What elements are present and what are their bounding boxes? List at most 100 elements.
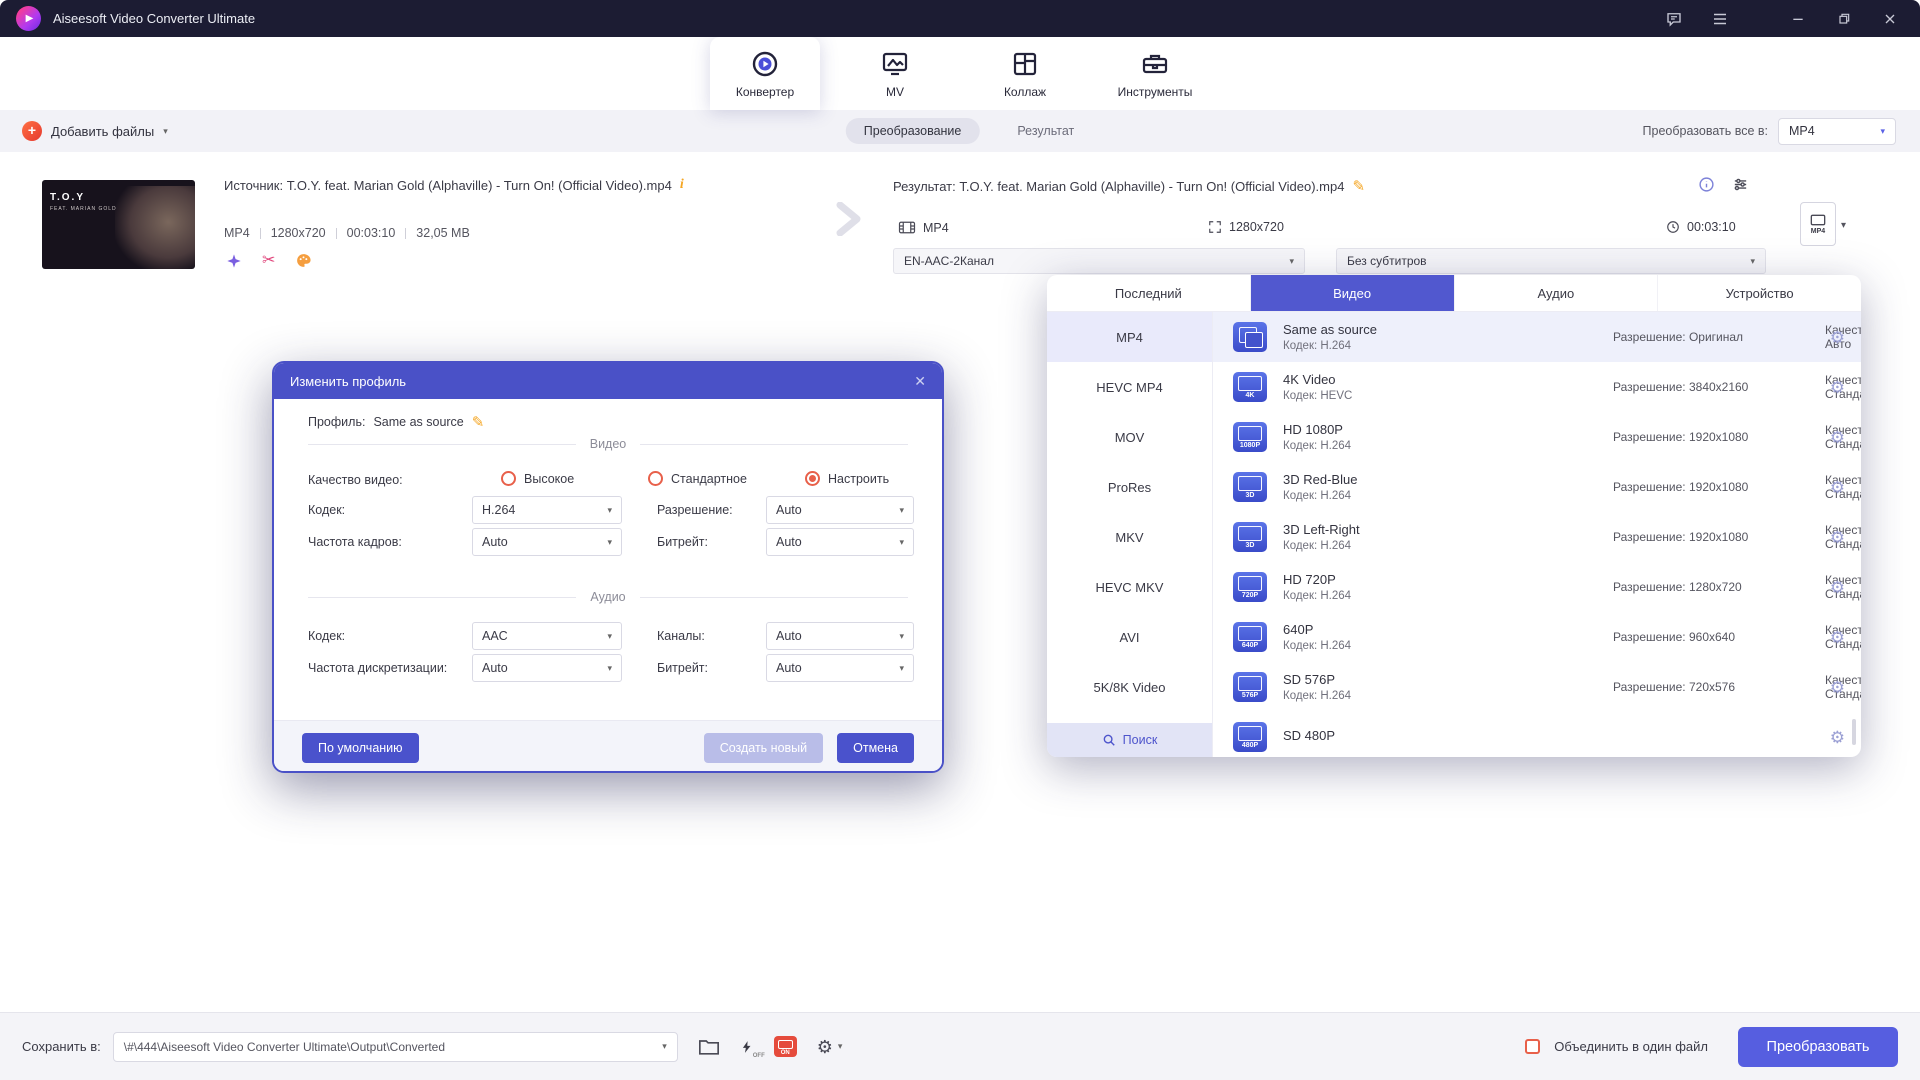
audio-codec-select[interactable]: AAC▾ [472, 622, 622, 650]
audio-bitrate-select[interactable]: Auto▾ [766, 654, 914, 682]
close-button[interactable] [1880, 9, 1900, 29]
radio-quality-custom[interactable]: Настроить [805, 471, 889, 486]
scrollbar-thumb[interactable] [1852, 719, 1856, 745]
segment-result[interactable]: Результат [1017, 124, 1074, 138]
sidebar-item-hevc-mp4[interactable]: HEVC MP4 [1047, 362, 1212, 412]
profile-icon: 640P [1233, 622, 1267, 652]
tab-collage[interactable]: Коллаж [970, 37, 1080, 110]
sidebar-item-prores[interactable]: ProRes [1047, 462, 1212, 512]
merge-checkbox[interactable] [1525, 1039, 1540, 1054]
sidebar-item-5k8k[interactable]: 5K/8K Video [1047, 662, 1212, 712]
video-resolution-select[interactable]: Auto▾ [766, 496, 914, 524]
trim-button[interactable]: ✂ [262, 253, 275, 269]
gear-icon: ⚙ [817, 1038, 833, 1056]
audio-track-select[interactable]: EN-AAC-2Канал ▾ [893, 248, 1305, 274]
subtitle-select[interactable]: Без субтитров ▾ [1336, 248, 1766, 274]
default-button[interactable]: По умолчанию [302, 733, 419, 763]
sidebar-item-hevc-mkv[interactable]: HEVC MKV [1047, 562, 1212, 612]
profile-settings-gear[interactable]: ⚙ [1830, 429, 1845, 446]
add-files-button[interactable]: + Добавить файлы ▾ [22, 110, 168, 152]
source-meta: MP4 1280x720 00:03:10 32,05 MB [224, 226, 470, 240]
output-resolution-value: 1280x720 [1229, 220, 1284, 234]
maximize-button[interactable] [1834, 9, 1854, 29]
profile-icon: 3D [1233, 472, 1267, 502]
profile-settings-gear[interactable]: ⚙ [1830, 579, 1845, 596]
output-path-select[interactable]: \#\444\Aiseesoft Video Converter Ultimat… [113, 1032, 678, 1062]
picker-tab-video[interactable]: Видео [1251, 275, 1455, 311]
profile-row[interactable]: 1080P HD 1080PКодек: H.264 Разрешение: 1… [1213, 412, 1861, 462]
channels-select[interactable]: Auto▾ [766, 622, 914, 650]
picker-tab-device[interactable]: Устройство [1658, 275, 1861, 311]
sidebar-item-mov[interactable]: MOV [1047, 412, 1212, 462]
chevron-down-icon: ▾ [1880, 126, 1885, 137]
minimize-button[interactable] [1788, 9, 1808, 29]
video-bitrate-select[interactable]: Auto▾ [766, 528, 914, 556]
picker-tab-latest[interactable]: Последний [1047, 275, 1251, 311]
profile-row[interactable]: 480P SD 480P ⚙ [1213, 712, 1861, 757]
effects-button[interactable] [226, 253, 242, 269]
radio-quality-standard[interactable]: Стандартное [648, 471, 747, 486]
profile-settings-gear[interactable]: ⚙ [1830, 479, 1845, 496]
profile-settings-gear[interactable]: ⚙ [1830, 729, 1845, 746]
film-icon [898, 220, 916, 235]
profile-icon: 4K [1233, 372, 1267, 402]
result-info-icon[interactable] [1698, 176, 1715, 193]
source-resolution: 1280x720 [271, 226, 326, 240]
video-codec-select[interactable]: H.264▾ [472, 496, 622, 524]
tab-mv[interactable]: MV [840, 37, 950, 110]
tab-converter[interactable]: Конвертер [710, 37, 820, 110]
dialog-close-button[interactable]: ✕ [914, 373, 926, 390]
profile-row[interactable]: 4K 4K VideoКодек: HEVC Разрешение: 3840x… [1213, 362, 1861, 412]
high-speed-toggle[interactable]: OFF [740, 1038, 754, 1056]
profile-settings-gear[interactable]: ⚙ [1830, 379, 1845, 396]
resolution-label: Разрешение: [657, 503, 733, 517]
menu-icon[interactable] [1710, 9, 1730, 29]
enhance-icon: ON [774, 1036, 797, 1057]
settings-gear-button[interactable]: ⚙ ▾ [817, 1038, 843, 1056]
cancel-button[interactable]: Отмена [837, 733, 914, 763]
radio-quality-high[interactable]: Высокое [501, 471, 574, 486]
output-format-caret-icon[interactable]: ▾ [1841, 220, 1846, 231]
tab-label: Коллаж [1004, 85, 1046, 99]
profile-settings-gear[interactable]: ⚙ [1830, 679, 1845, 696]
tab-toolbox[interactable]: Инструменты [1100, 37, 1210, 110]
adjust-sliders-icon[interactable] [1732, 176, 1749, 193]
source-info-icon[interactable]: i [680, 177, 684, 193]
convert-button[interactable]: Преобразовать [1738, 1027, 1898, 1067]
output-resolution: 1280x720 [1208, 220, 1284, 234]
profile-settings-gear[interactable]: ⚙ [1830, 529, 1845, 546]
profile-row[interactable]: Same as sourceКодек: H.264 Разрешение: О… [1213, 312, 1861, 362]
output-format-button[interactable]: MP4 [1800, 202, 1836, 246]
profile-row[interactable]: 576P SD 576PКодек: H.264 Разрешение: 720… [1213, 662, 1861, 712]
sidebar-item-mp4[interactable]: MP4 [1047, 312, 1212, 362]
video-thumbnail[interactable]: T.O.Y FEAT. MARIAN GOLD [42, 180, 195, 269]
search-label: Поиск [1123, 733, 1158, 747]
rename-icon[interactable]: ✎ [1352, 177, 1365, 195]
segment-convert[interactable]: Преобразование [846, 118, 980, 144]
converter-icon [750, 49, 780, 79]
framerate-select[interactable]: Auto▾ [472, 528, 622, 556]
profile-settings-gear[interactable]: ⚙ [1830, 329, 1845, 346]
profile-row[interactable]: 3D 3D Red-BlueКодек: H.264 Разрешение: 1… [1213, 462, 1861, 512]
feedback-icon[interactable] [1664, 9, 1684, 29]
profile-row[interactable]: 3D 3D Left-RightКодек: H.264 Разрешение:… [1213, 512, 1861, 562]
open-folder-button[interactable] [698, 1037, 720, 1056]
sidebar-item-avi[interactable]: AVI [1047, 612, 1212, 662]
convert-all-value: MP4 [1789, 124, 1815, 138]
profile-settings-gear[interactable]: ⚙ [1830, 629, 1845, 646]
profile-row[interactable]: 720P HD 720PКодек: H.264 Разрешение: 128… [1213, 562, 1861, 612]
palette-button[interactable] [295, 252, 312, 269]
picker-tab-audio[interactable]: Аудио [1455, 275, 1659, 311]
convert-all-select[interactable]: MP4 ▾ [1778, 118, 1896, 145]
search-button[interactable]: Поиск [1047, 723, 1212, 757]
samplerate-select[interactable]: Auto▾ [472, 654, 622, 682]
edit-profile-name-icon[interactable]: ✎ [472, 413, 485, 431]
title-bar: ▶ Aiseesoft Video Converter Ultimate [0, 0, 1920, 37]
sidebar-item-mkv[interactable]: MKV [1047, 512, 1212, 562]
bitrate-label: Битрейт: [657, 535, 708, 549]
image-enhance-toggle[interactable]: ON [774, 1036, 797, 1057]
create-new-button[interactable]: Создать новый [704, 733, 823, 763]
collage-icon [1010, 49, 1040, 79]
profile-row[interactable]: 640P 640PКодек: H.264 Разрешение: 960x64… [1213, 612, 1861, 662]
audio-section-divider: Аудио [308, 590, 908, 604]
